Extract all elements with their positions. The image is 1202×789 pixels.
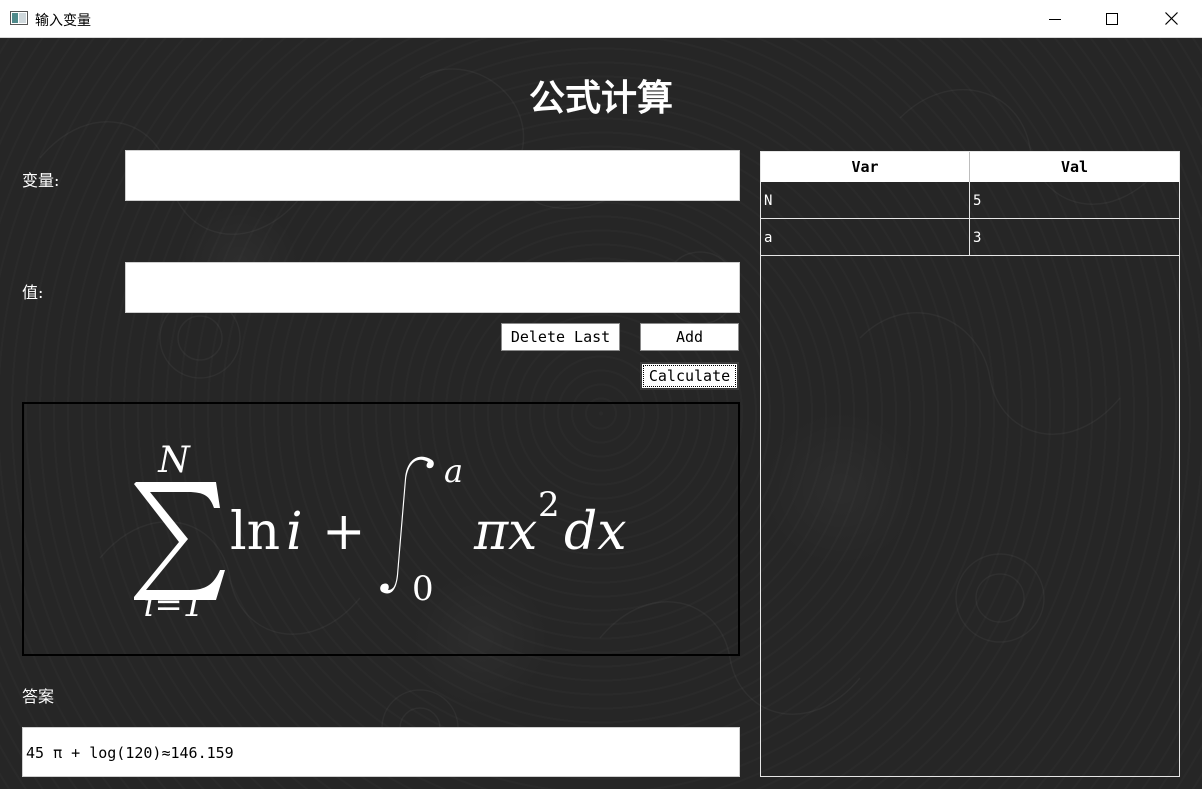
sigma-symbol bbox=[134, 482, 225, 600]
table-cell-val[interactable]: 5 bbox=[970, 182, 1179, 218]
plus-sign: + bbox=[322, 502, 366, 562]
pi-symbol: π bbox=[473, 502, 509, 562]
variable-label: 变量: bbox=[22, 171, 60, 190]
variable-input[interactable] bbox=[125, 150, 740, 201]
main-window-body: 公式计算 变量: 值: Delete Last Add Calculate N … bbox=[0, 38, 1202, 789]
sum-variable: i bbox=[286, 502, 303, 562]
exponent: 2 bbox=[538, 485, 560, 525]
value-input[interactable] bbox=[125, 262, 740, 313]
maximize-icon bbox=[1106, 12, 1118, 25]
variables-table: Var Val N 5 a 3 bbox=[760, 151, 1180, 777]
page-title: 公式计算 bbox=[528, 77, 673, 119]
value-label: 值: bbox=[22, 283, 44, 302]
formula-display: N i=1 ln i + a 0 π x 2 dx bbox=[22, 402, 740, 656]
window-titlebar: 输入变量 bbox=[0, 0, 1202, 38]
calculate-button[interactable]: Calculate bbox=[640, 362, 739, 390]
sum-upper-limit: N bbox=[157, 440, 191, 481]
close-icon bbox=[1164, 12, 1178, 25]
differential: dx bbox=[564, 502, 627, 562]
add-button[interactable]: Add bbox=[640, 323, 739, 351]
minimize-icon bbox=[1049, 18, 1061, 20]
column-header-var[interactable]: Var bbox=[761, 152, 970, 182]
table-cell-var[interactable]: a bbox=[761, 219, 970, 255]
table-row[interactable]: a 3 bbox=[761, 219, 1179, 256]
maximize-button[interactable] bbox=[1083, 0, 1141, 37]
x-variable: x bbox=[508, 502, 537, 562]
formula-render: N i=1 ln i + a 0 π x 2 dx bbox=[134, 440, 627, 625]
table-row[interactable]: N 5 bbox=[761, 182, 1179, 219]
table-cell-val[interactable]: 3 bbox=[970, 219, 1179, 255]
integral-lower-limit: 0 bbox=[412, 569, 434, 609]
table-header: Var Val bbox=[761, 152, 1179, 182]
minimize-button[interactable] bbox=[1026, 0, 1084, 37]
delete-last-button[interactable]: Delete Last bbox=[501, 323, 620, 351]
table-cell-var[interactable]: N bbox=[761, 182, 970, 218]
integral-upper-limit: a bbox=[444, 452, 463, 490]
sum-lower-limit: i=1 bbox=[144, 585, 205, 625]
column-header-val[interactable]: Val bbox=[970, 152, 1179, 182]
ln-function: ln bbox=[230, 502, 280, 562]
answer-label: 答案 bbox=[22, 687, 55, 706]
app-icon bbox=[10, 11, 28, 25]
close-button[interactable] bbox=[1142, 0, 1200, 37]
answer-output[interactable]: 45 π + log(120)≈146.159 bbox=[22, 727, 740, 777]
window-title: 输入变量 bbox=[35, 13, 91, 29]
